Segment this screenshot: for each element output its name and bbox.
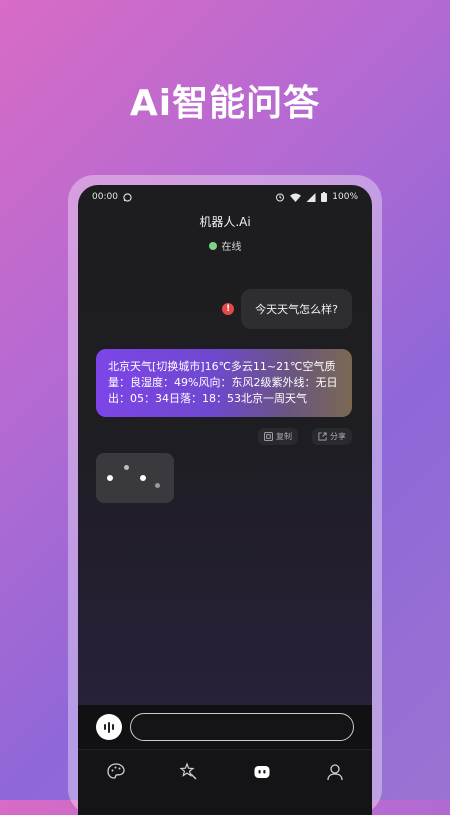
typing-indicator bbox=[96, 453, 174, 503]
typing-dot bbox=[155, 483, 160, 488]
online-status: 在线 bbox=[78, 238, 372, 253]
voice-input-button[interactable] bbox=[96, 714, 122, 740]
tab-robot[interactable] bbox=[250, 760, 274, 784]
copy-label: 复制 bbox=[276, 432, 292, 441]
copy-button[interactable]: 复制 bbox=[258, 428, 298, 445]
bot-name: 机器人.Ai bbox=[199, 215, 251, 229]
magic-wand-icon bbox=[179, 762, 197, 780]
typing-dot bbox=[124, 465, 129, 470]
palette-icon bbox=[107, 763, 125, 779]
phone-screen: 00:00 100% 机器人.Ai 在线 ! 今天天气怎么样? 北京天气[切换城… bbox=[78, 185, 372, 815]
tab-palette[interactable] bbox=[104, 760, 128, 784]
status-time: 00:00 bbox=[92, 192, 118, 202]
share-label: 分享 bbox=[330, 432, 346, 441]
tab-profile[interactable] bbox=[323, 760, 347, 784]
bottom-tab-bar bbox=[78, 749, 372, 815]
battery-percent: 100% bbox=[332, 192, 358, 202]
message-actions: 复制 分享 bbox=[258, 428, 352, 445]
tab-magic[interactable] bbox=[177, 760, 201, 784]
online-status-label: 在线 bbox=[221, 242, 242, 253]
robot-icon bbox=[254, 766, 270, 778]
whatsapp-icon bbox=[123, 192, 132, 202]
typing-dot bbox=[140, 475, 146, 481]
chat-header: 机器人.Ai 在线 bbox=[78, 213, 372, 253]
user-message-bubble: 今天天气怎么样? bbox=[241, 289, 352, 329]
user-message-row: ! 今天天气怎么样? bbox=[222, 289, 352, 329]
promo-headline: Ai智能问答 bbox=[129, 83, 321, 124]
typing-dot bbox=[107, 475, 113, 481]
message-input[interactable] bbox=[130, 713, 354, 741]
share-button[interactable]: 分享 bbox=[312, 428, 352, 445]
signal-icon bbox=[306, 192, 316, 202]
alarm-icon bbox=[276, 193, 285, 202]
share-icon bbox=[318, 432, 327, 441]
battery-icon bbox=[321, 192, 328, 202]
input-bar bbox=[78, 705, 372, 749]
status-bar: 00:00 100% bbox=[78, 185, 372, 209]
bot-message-bubble: 北京天气[切换城市]16℃多云11~21℃空气质量：良湿度：49%风向：东风2级… bbox=[96, 349, 352, 417]
online-dot-icon bbox=[208, 241, 217, 250]
wifi-icon bbox=[290, 192, 302, 202]
error-icon[interactable]: ! bbox=[222, 303, 235, 315]
copy-icon bbox=[264, 432, 273, 441]
profile-icon bbox=[327, 764, 343, 781]
